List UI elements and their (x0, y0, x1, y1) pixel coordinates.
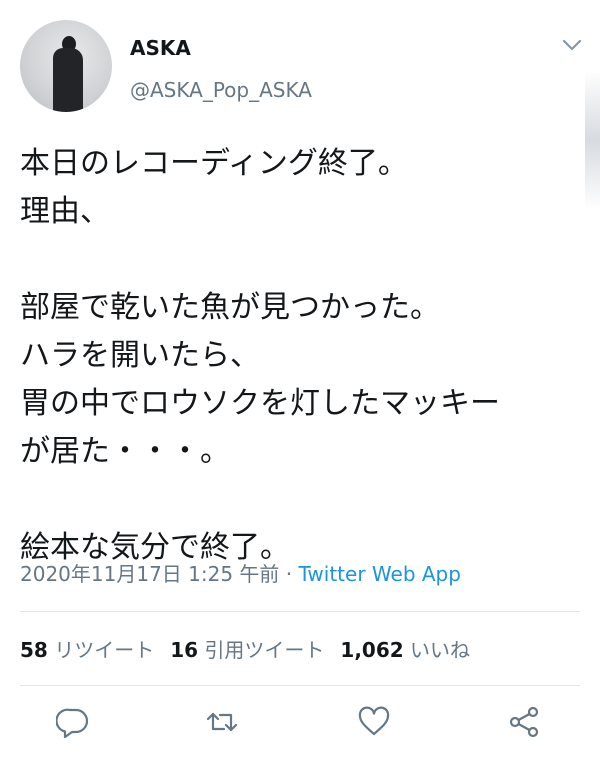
retweet-icon (206, 712, 238, 732)
heart-icon (358, 706, 390, 736)
avatar-figure-body (53, 48, 83, 112)
retweets-label: リツイート (54, 638, 155, 662)
share-button[interactable] (507, 705, 543, 741)
reply-button[interactable] (55, 705, 92, 741)
quotes-stat[interactable]: 16 引用ツイート (170, 634, 324, 663)
edge-shadow (585, 70, 600, 210)
meta-separator: · (279, 562, 299, 586)
tweet-stats: 58 リツイート 16 引用ツイート 1,062 いいね (20, 634, 486, 663)
tweet-detail: ASKA @ASKA_Pop_ASKA 本日のレコーディング終了。 理由、 部屋… (0, 0, 600, 773)
reply-icon (55, 708, 89, 739)
author-handle[interactable]: @ASKA_Pop_ASKA (130, 78, 312, 102)
tweet-line: 胃の中でロウソクを灯したマッキー (20, 386, 500, 421)
likes-count: 1,062 (340, 638, 404, 662)
likes-stat[interactable]: 1,062 いいね (340, 634, 470, 663)
avatar[interactable] (20, 20, 112, 112)
tweet-line: 部屋で乾いた魚が見つかった。 (20, 290, 440, 325)
tweet-line: 理由、 (20, 194, 110, 229)
likes-label: いいね (410, 638, 471, 662)
tweet-line: 本日のレコーディング終了。 (20, 146, 408, 181)
tweet-timestamp[interactable]: 2020年11月17日 1:25 午前 (20, 562, 279, 586)
like-button[interactable] (357, 705, 393, 741)
tweet-line: が居た・・・。 (20, 434, 230, 469)
tweet-meta: 2020年11月17日 1:25 午前 · Twitter Web App (20, 558, 461, 587)
chevron-down-icon[interactable] (561, 37, 583, 51)
retweet-button[interactable] (205, 705, 241, 741)
divider (20, 685, 580, 686)
tweet-source-link[interactable]: Twitter Web App (299, 562, 461, 586)
tweet-line: ハラを開いたら、 (20, 338, 260, 373)
retweets-count: 58 (20, 638, 48, 662)
tweet-text: 本日のレコーディング終了。 理由、 部屋で乾いた魚が見つかった。 ハラを開いたら… (20, 140, 580, 572)
quotes-label: 引用ツイート (204, 638, 325, 662)
retweets-stat[interactable]: 58 リツイート (20, 634, 154, 663)
share-icon (509, 706, 539, 738)
quotes-count: 16 (170, 638, 199, 662)
divider (20, 611, 580, 612)
action-bar (0, 705, 600, 745)
author-name[interactable]: ASKA (130, 36, 191, 60)
